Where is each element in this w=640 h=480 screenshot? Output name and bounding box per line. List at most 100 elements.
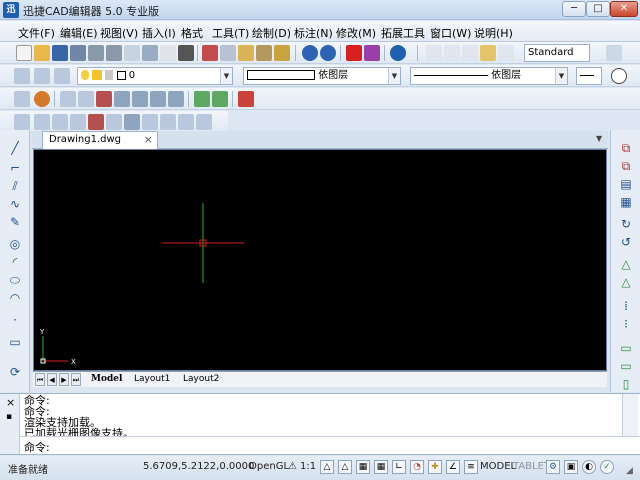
text-align-icon[interactable] (70, 114, 86, 130)
line-icon[interactable]: ╱ (7, 140, 23, 156)
move-icon[interactable]: ↺ (618, 234, 634, 250)
tablet-toggle[interactable]: TABLET (513, 461, 550, 472)
resize-grip-icon[interactable]: ◢ (626, 466, 633, 476)
plot-style-icon[interactable] (611, 68, 627, 84)
linetype-dropdown[interactable]: 依图层 ▼ (410, 67, 568, 85)
spline-icon[interactable]: ∿ (7, 196, 23, 212)
close-command-icon[interactable]: × (6, 396, 15, 409)
lineweight-dropdown[interactable] (576, 67, 602, 85)
rectangle-icon[interactable]: ▭ (7, 334, 23, 350)
menu-extend-tools[interactable]: 拓展工具 (381, 25, 425, 41)
define-attribute-icon[interactable] (34, 114, 50, 130)
image-icon[interactable] (96, 91, 112, 107)
model-space-toggle[interactable]: MODEL (480, 461, 516, 472)
auto-scale-icon[interactable]: △ (338, 460, 352, 474)
annotation-scale-icon[interactable]: ⚠ (288, 461, 297, 472)
lineweight-icon[interactable]: ≡ (464, 460, 478, 474)
layer-walk-icon[interactable] (212, 91, 228, 107)
trim-icon[interactable]: ⁞ (618, 298, 634, 314)
isolate-icon[interactable]: ◐ (582, 460, 596, 474)
copy-object-icon[interactable]: ⧉ (618, 140, 634, 156)
attribute-icon[interactable] (14, 114, 30, 130)
color-dropdown[interactable]: 依图层 ▼ (243, 67, 401, 85)
first-layout-button[interactable]: ⏮ (35, 373, 45, 386)
dimension-style-icon[interactable] (606, 45, 622, 61)
document-tab[interactable]: Drawing1.dwg × (42, 131, 158, 149)
menu-tools[interactable]: 工具(T) (212, 25, 249, 41)
fillet-icon[interactable]: ▭ (618, 358, 634, 374)
break-icon[interactable]: ▯ (618, 376, 634, 392)
undo-icon[interactable] (302, 45, 318, 61)
menu-modify[interactable]: 修改(M) (336, 25, 376, 41)
otrack-icon[interactable]: ∠ (446, 460, 460, 474)
text-style-dropdown[interactable]: Standard (524, 44, 590, 62)
block-icon[interactable] (14, 91, 30, 107)
plot-icon[interactable] (106, 45, 122, 61)
sketch-icon[interactable]: ✎ (7, 214, 23, 230)
stretch-icon[interactable]: △ (618, 274, 634, 290)
scale-icon[interactable]: △ (618, 256, 634, 272)
menu-view[interactable]: 视图(V) (100, 25, 138, 41)
edit-text-icon[interactable] (480, 45, 496, 61)
clip-icon[interactable] (196, 114, 212, 130)
properties-icon[interactable] (60, 91, 76, 107)
command-scrollbar[interactable] (622, 394, 638, 436)
refresh-icon[interactable]: ⟳ (7, 364, 23, 380)
cut-icon[interactable] (202, 45, 218, 61)
polyline-icon[interactable]: ⌐ (7, 160, 23, 176)
menu-draw[interactable]: 绘制(D) (252, 25, 291, 41)
text-style-icon[interactable] (426, 45, 442, 61)
single-text-icon[interactable] (462, 45, 478, 61)
menu-help[interactable]: 说明(H) (474, 25, 513, 41)
menu-insert[interactable]: 插入(I) (142, 25, 176, 41)
redo-icon[interactable] (320, 45, 336, 61)
last-layout-button[interactable]: ⏭ (71, 373, 81, 386)
image-frame-icon[interactable] (88, 114, 104, 130)
tools-icon[interactable] (132, 91, 148, 107)
osnap-icon[interactable]: ✚ (428, 460, 442, 474)
annotation-scale[interactable]: 1:1 (300, 461, 316, 472)
tab-model[interactable]: Model (91, 373, 122, 386)
pin-command-icon[interactable]: ▪ (6, 412, 12, 422)
copy-icon[interactable] (220, 45, 236, 61)
print-icon[interactable] (88, 45, 104, 61)
clean-screen-icon[interactable]: ✓ (600, 460, 614, 474)
close-button[interactable]: ✕ (610, 1, 638, 17)
menu-edit[interactable]: 编辑(E) (60, 25, 98, 41)
ole-icon[interactable] (178, 114, 194, 130)
point-icon[interactable]: · (7, 312, 23, 328)
circle-icon[interactable]: ◎ (7, 236, 23, 252)
grid-icon[interactable]: ▦ (374, 460, 388, 474)
erase-icon[interactable] (346, 45, 362, 61)
area-icon[interactable] (106, 114, 122, 130)
paste-special-icon[interactable] (256, 45, 272, 61)
arc-icon[interactable]: ◜ (7, 254, 23, 270)
workspace-icon[interactable]: ▣ (564, 460, 578, 474)
snap-icon[interactable]: ▦ (356, 460, 370, 474)
tab-layout2[interactable]: Layout2 (183, 373, 219, 386)
offset-icon[interactable]: ▤ (618, 176, 634, 192)
match-properties-icon[interactable] (274, 45, 290, 61)
make-current-layer-icon[interactable] (54, 68, 70, 84)
measure-icon[interactable] (124, 114, 140, 130)
explode-icon[interactable] (364, 45, 380, 61)
wipeout-icon[interactable] (142, 114, 158, 130)
array-icon[interactable]: ▦ (618, 194, 634, 210)
drawing-canvas[interactable]: Y X (33, 149, 607, 371)
elliptical-arc-icon[interactable]: ◠ (7, 290, 23, 306)
minimize-button[interactable]: ─ (562, 1, 586, 17)
annotation-visibility-icon[interactable]: △ (320, 460, 334, 474)
table-icon[interactable] (52, 114, 68, 130)
maximize-button[interactable]: □ (586, 1, 610, 17)
tab-layout1[interactable]: Layout1 (134, 373, 170, 386)
ellipse-icon[interactable]: ⬭ (7, 272, 23, 288)
spell-check-icon[interactable] (160, 45, 176, 61)
paste-icon[interactable] (238, 45, 254, 61)
menu-format[interactable]: 格式 (181, 25, 203, 41)
multiline-text-icon[interactable] (444, 45, 460, 61)
save-all-icon[interactable] (70, 45, 86, 61)
command-input[interactable]: 命令: (20, 436, 640, 454)
gear-icon[interactable]: ⚙ (546, 460, 560, 474)
menu-dimension[interactable]: 标注(N) (294, 25, 333, 41)
xref-icon[interactable] (160, 114, 176, 130)
